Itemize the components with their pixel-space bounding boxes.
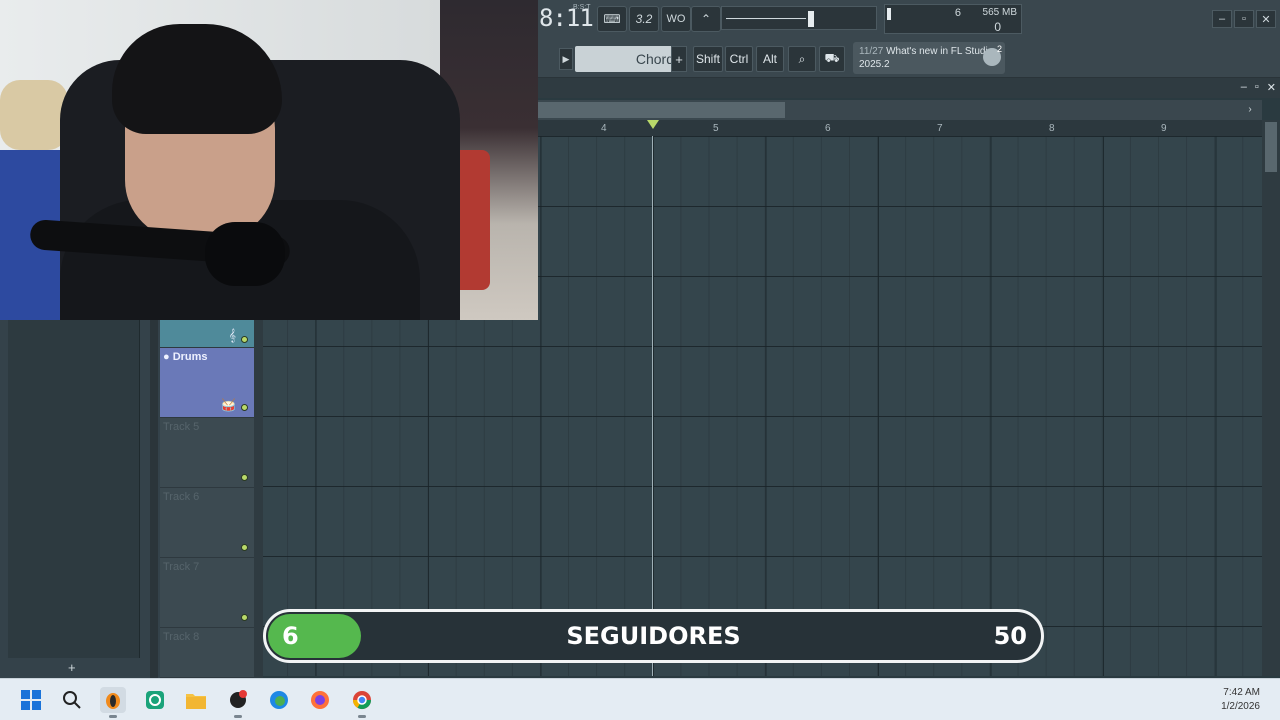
goal-max-value: 50 (993, 622, 1027, 650)
playlist-restore-icon[interactable]: ▫ (1255, 81, 1259, 94)
track-mute-icon[interactable] (241, 404, 248, 411)
webcam-overlay (0, 0, 538, 320)
track-header[interactable]: Track 5 (160, 418, 254, 488)
playhead-line (652, 128, 653, 676)
track-mute-icon[interactable] (241, 614, 248, 621)
windows-taskbar: 7:42 AM 1/2/2026 (0, 678, 1280, 720)
clock-time: 7:42 AM (1223, 687, 1260, 698)
follower-goal-bar: 6 SEGUIDORES 50 (263, 609, 1044, 663)
memory-value: 565 MB (982, 7, 1017, 18)
clock-date: 1/2/2026 (1221, 701, 1260, 712)
file-explorer-icon[interactable] (183, 687, 209, 713)
slider-knob[interactable] (808, 11, 814, 27)
track-header[interactable]: Track 7 (160, 558, 254, 628)
edge-icon[interactable] (266, 687, 292, 713)
add-pattern-button[interactable]: + (671, 46, 687, 72)
goal-label: SEGUIDORES (566, 622, 741, 650)
close-icon[interactable]: ✕ (1256, 10, 1276, 28)
cpu-memory-monitor: 6 565 MB 0 (884, 4, 1022, 34)
bar-number: 5 (713, 123, 719, 134)
playlist-minimize-icon[interactable]: – (1241, 81, 1247, 94)
bar-number: 8 (1049, 123, 1055, 134)
track-mute-icon[interactable] (241, 336, 248, 343)
browser-panel: + (0, 320, 160, 678)
active-app-indicator (358, 715, 366, 718)
horizontal-scrollbar[interactable] (537, 100, 1262, 120)
alt-key-button[interactable]: Alt (756, 46, 784, 72)
windows-icon[interactable] (18, 687, 44, 713)
track-splitter[interactable] (254, 320, 263, 678)
search-icon[interactable] (59, 687, 85, 713)
vertical-scroll-thumb[interactable] (1265, 122, 1277, 172)
playhead-marker-icon[interactable] (647, 120, 659, 129)
screen: 8:11 B:S:T ⌨ 3.2 WO ⌃ 6 565 MB 0 – ▫ ✕ ▶… (0, 0, 1280, 720)
pattern-menu-arrow-icon[interactable]: ▶ (559, 48, 573, 70)
news-panel[interactable]: 11/27 What's new in FL Studio 2025.2 2 (853, 42, 1005, 74)
browser-list[interactable] (8, 320, 140, 658)
polyphony-value: 0 (994, 20, 1001, 34)
track-name: Track 5 (163, 421, 200, 433)
app-icon[interactable] (225, 687, 251, 713)
track-header[interactable]: Track 8 (160, 628, 254, 678)
horizontal-scroll-thumb[interactable] (537, 102, 785, 118)
track-name: Track 7 (163, 561, 200, 573)
news-badge: 2 (996, 44, 1002, 54)
playlist-titlebar: – ▫ ✕ (537, 78, 1280, 98)
playlist-window-controls: – ▫ ✕ (1241, 81, 1276, 94)
chrome-icon[interactable] (349, 687, 375, 713)
vertical-scrollbar[interactable] (1262, 120, 1280, 676)
system-clock[interactable]: 7:42 AM 1/2/2026 (1221, 686, 1260, 714)
track-mute-icon[interactable] (241, 544, 248, 551)
time-format-label: B:S:T (573, 4, 591, 11)
wait-input-button[interactable]: WO (661, 6, 691, 32)
active-app-indicator (234, 715, 242, 718)
track-header[interactable]: 𝄞 (160, 320, 254, 348)
track-name: Track 8 (163, 631, 200, 643)
track-headers: 𝄞 ● Drums 🥁 Track 5 Track 6 Track 7 Trac… (160, 320, 254, 678)
ctrl-key-button[interactable]: Ctrl (725, 46, 753, 72)
track-header[interactable]: Track 6 (160, 488, 254, 558)
track-mute-icon[interactable] (241, 474, 248, 481)
playlist-close-icon[interactable]: ✕ (1267, 81, 1276, 94)
maximize-icon[interactable]: ▫ (1234, 10, 1254, 28)
track-name: ● Drums (163, 351, 208, 363)
toolbar-row-bottom: ▶ Chords + Shift Ctrl Alt ⌕ ⛟ 11/27 What… (537, 40, 1280, 76)
typing-keyboard-button[interactable]: ⌨ (597, 6, 627, 32)
bar-number: 9 (1161, 123, 1167, 134)
countdown-button[interactable]: 3.2 (629, 6, 659, 32)
track-name-label: Drums (172, 351, 208, 363)
track-name: Track 6 (163, 491, 200, 503)
drum-icon: 🥁 (221, 398, 236, 412)
news-count: 11/27 (859, 46, 884, 57)
plugin-search-icon[interactable]: ⌕ (788, 46, 816, 72)
cpu-value: 6 (954, 7, 961, 19)
scroll-right-icon[interactable]: › (1241, 100, 1259, 118)
track-header[interactable]: ● Drums 🥁 (160, 348, 254, 418)
webcam-pillow (0, 80, 68, 150)
firefox-icon[interactable] (307, 687, 333, 713)
bar-number: 6 (825, 123, 831, 134)
browser-splitter[interactable] (150, 320, 158, 678)
cpu-meter (887, 8, 891, 20)
bar-number: 7 (937, 123, 943, 134)
slider-track (726, 18, 806, 20)
minimize-icon[interactable]: – (1212, 10, 1232, 28)
metronome-button[interactable]: ⌃ (691, 6, 721, 32)
treble-clef-icon: 𝄞 (228, 328, 236, 342)
shift-key-button[interactable]: Shift (693, 46, 723, 72)
toolbar-row-top: 8:11 B:S:T ⌨ 3.2 WO ⌃ 6 565 MB 0 – ▫ ✕ (537, 0, 1280, 38)
app-icon[interactable] (142, 687, 168, 713)
active-app-indicator (109, 715, 117, 718)
shop-cart-icon[interactable]: ⛟ (819, 46, 845, 72)
bar-number: 4 (601, 123, 607, 134)
main-toolbar: 8:11 B:S:T ⌨ 3.2 WO ⌃ 6 565 MB 0 – ▫ ✕ ▶… (537, 0, 1280, 78)
browser-add-icon[interactable]: + (68, 660, 76, 675)
fl-studio-icon[interactable] (100, 687, 126, 713)
track-info-icon[interactable]: ● (163, 351, 173, 363)
webcam-microphone (205, 222, 285, 286)
master-pitch-slider[interactable] (721, 6, 877, 30)
window-controls: – ▫ ✕ (1212, 10, 1276, 28)
timeline-ruler[interactable]: 4 5 6 7 8 9 (537, 120, 1262, 136)
